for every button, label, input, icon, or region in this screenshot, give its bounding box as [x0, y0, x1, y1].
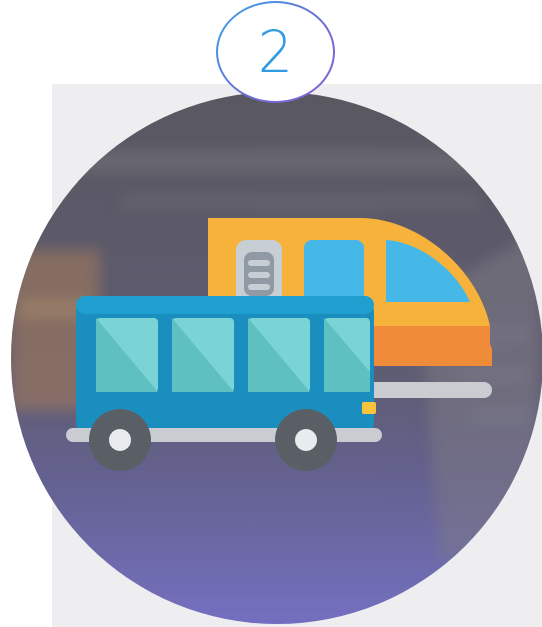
step-number-badge: 2 [216, 1, 335, 103]
step-number: 2 [257, 18, 294, 86]
